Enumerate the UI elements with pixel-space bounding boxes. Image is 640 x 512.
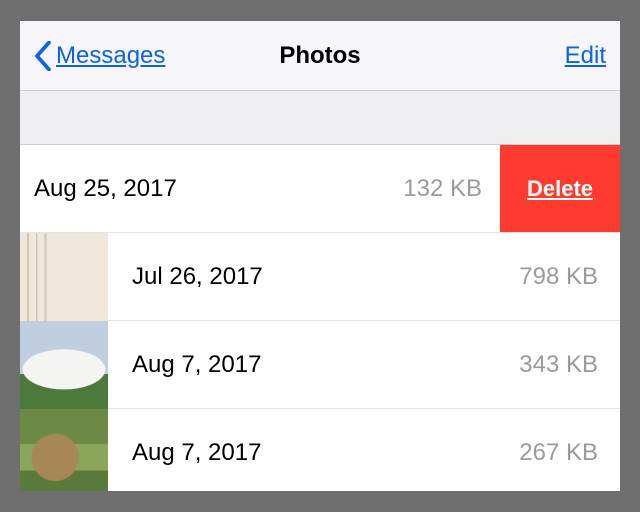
photos-screen: Messages Photos Edit Aug 25, 2017 132 KB…: [20, 21, 620, 491]
photo-row[interactable]: Aug 7, 2017 267 KB: [20, 409, 620, 491]
edit-button[interactable]: Edit: [565, 42, 606, 70]
photo-date: Aug 7, 2017: [108, 439, 519, 467]
photo-row[interactable]: Jul 26, 2017 798 KB: [20, 233, 620, 321]
photo-thumbnail: [20, 233, 108, 321]
photo-date: Aug 25, 2017: [20, 175, 403, 203]
photo-size: 343 KB: [519, 351, 620, 379]
navbar: Messages Photos Edit: [20, 21, 620, 91]
photo-row[interactable]: Aug 25, 2017 132 KB Delete: [20, 145, 620, 233]
photo-size: 267 KB: [519, 439, 620, 467]
photo-thumbnail: [20, 409, 108, 492]
photo-date: Aug 7, 2017: [108, 351, 519, 379]
section-gap: [20, 91, 620, 145]
photo-size: 798 KB: [519, 263, 620, 291]
chevron-left-icon: [34, 41, 52, 71]
back-button[interactable]: Messages: [34, 41, 165, 71]
photo-row[interactable]: Aug 7, 2017 343 KB: [20, 321, 620, 409]
photo-thumbnail: [20, 321, 108, 409]
photo-size: 132 KB: [403, 175, 500, 203]
back-label: Messages: [56, 42, 165, 70]
delete-button[interactable]: Delete: [500, 145, 620, 232]
photo-list: Aug 25, 2017 132 KB Delete Jul 26, 2017 …: [20, 145, 620, 491]
photo-date: Jul 26, 2017: [108, 263, 519, 291]
